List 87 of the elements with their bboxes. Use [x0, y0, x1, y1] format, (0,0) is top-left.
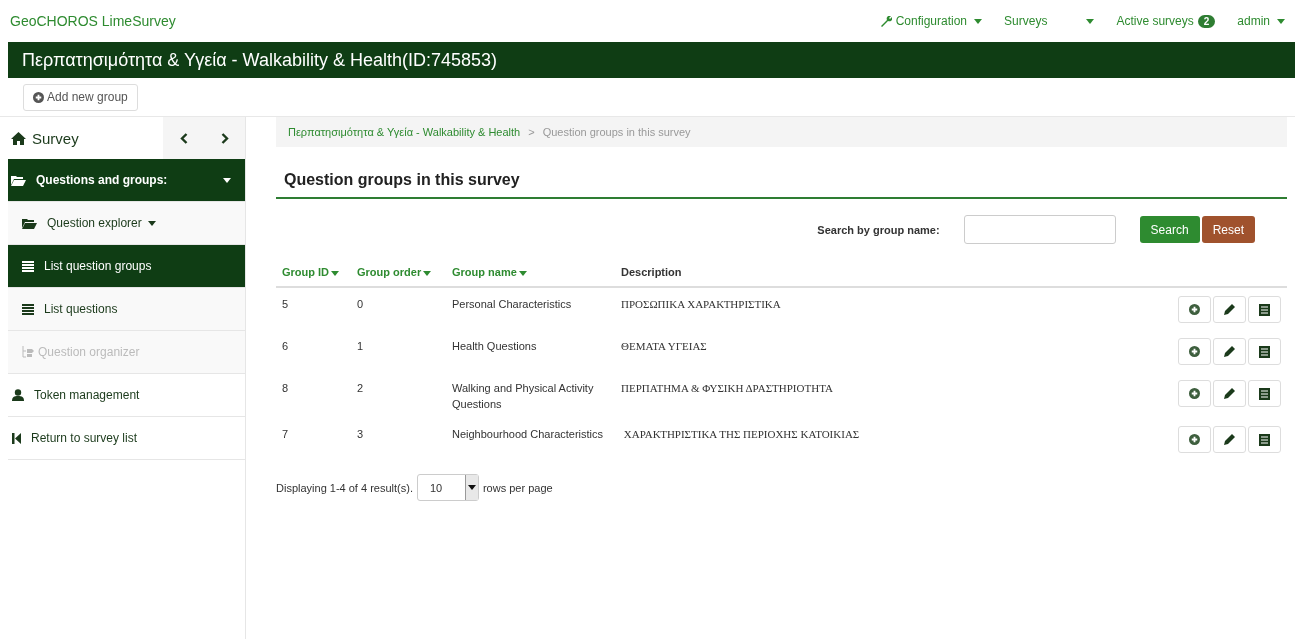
table-cell-text: ΠΕΡΠΑΤΗΜΑ & ΦΥΣΙΚΗ ΔΡΑΣΤΗΡΙΟΤΗΤΑ — [620, 381, 834, 396]
table-cell: 5 — [276, 287, 351, 330]
chevron-right-icon[interactable] — [220, 132, 229, 144]
details-button[interactable] — [1248, 338, 1281, 365]
page-size-select[interactable]: 10 — [416, 474, 479, 501]
page-size-label: rows per page — [482, 481, 553, 494]
plus-circle-icon — [1189, 304, 1200, 315]
add-question-button[interactable] — [1178, 296, 1211, 323]
list-icon — [1259, 303, 1270, 316]
table-cell-text: Neighbourhood Characteristics — [451, 427, 605, 442]
table-cell: 0 — [351, 287, 446, 330]
edit-button[interactable] — [1213, 380, 1246, 407]
sidebar-item[interactable]: List question groups — [8, 245, 245, 288]
count-badge: 2 — [1197, 14, 1216, 28]
edit-button[interactable] — [1213, 338, 1246, 365]
hierarchy-icon — [22, 346, 35, 358]
plus-circle-icon — [1189, 346, 1200, 357]
add-question-button[interactable] — [1178, 338, 1211, 365]
survey-title: Περπατησιμότητα & Υγεία - Walkability & Health(ID:745853) — [8, 42, 1295, 78]
nav-menu-item[interactable]: admin — [1237, 14, 1285, 28]
folder-icon — [11, 174, 26, 186]
table-cell-text: ΘΕΜΑΤΑ ΥΓΕΙΑΣ — [620, 339, 708, 354]
add-question-button[interactable] — [1178, 426, 1211, 453]
list-icon — [1259, 345, 1270, 358]
search-button[interactable]: Search — [1139, 216, 1200, 243]
sidebar-item[interactable]: Questions and groups: — [8, 159, 245, 202]
wrench-icon — [880, 15, 892, 27]
table-cell-text: 7 — [281, 427, 290, 442]
table-cell-text: 6 — [281, 339, 290, 354]
list-icon — [1259, 433, 1270, 446]
sidebar-item[interactable]: List questions — [8, 288, 245, 331]
caret-icon — [1086, 18, 1095, 24]
column-header: Description — [615, 258, 1163, 287]
table-cell-text: 2 — [356, 381, 365, 396]
reset-button[interactable]: Reset — [1201, 216, 1255, 243]
pencil-icon — [1224, 388, 1235, 399]
table-cell-text: Walking and Physical Activity Questions — [451, 381, 595, 412]
list-icon — [22, 303, 34, 315]
plus-circle-icon — [33, 91, 44, 103]
folder-icon — [22, 217, 37, 229]
search-label: Search by group name: — [817, 223, 940, 236]
chevron-left-icon[interactable] — [179, 132, 188, 144]
search-field[interactable] — [963, 215, 1116, 244]
column-header[interactable]: Group order — [351, 258, 446, 287]
add-group-button[interactable]: Add new group — [23, 83, 138, 111]
caret-icon — [518, 270, 527, 276]
sidebar-title: Survey — [8, 117, 163, 159]
caret-icon — [331, 270, 340, 276]
list-icon — [1259, 387, 1270, 400]
caret-icon — [974, 18, 983, 24]
table-cell-text: Health Questions — [451, 339, 538, 354]
breadcrumb-separator: > — [528, 126, 535, 138]
table-cell: Personal Characteristics — [446, 287, 615, 330]
table-cell-text: 3 — [356, 427, 365, 442]
edit-button[interactable] — [1213, 426, 1246, 453]
plus-circle-icon — [1189, 434, 1200, 445]
caret-icon — [467, 485, 476, 490]
table-cell-text: ΧΑΡΑΚΤΗΡΙΣΤΙΚΑ ΤΗΣ ΠΕΡΙΟΧΗΣ ΚΑΤΟΙΚΙΑΣ — [622, 427, 861, 442]
breadcrumb-current: Question groups in this survey — [542, 126, 691, 138]
nav-menu-item[interactable]: Active surveys 2 — [1116, 14, 1216, 28]
add-question-button[interactable] — [1178, 380, 1211, 407]
pencil-icon — [1224, 346, 1235, 357]
column-header[interactable]: Group ID — [276, 258, 351, 287]
nav-menu-item[interactable]: Surveys — [1004, 14, 1048, 28]
brand-link[interactable]: GeoCHOROS LimeSurvey — [10, 13, 176, 29]
column-header[interactable]: Group name — [446, 258, 615, 287]
table-cell: ΠΡΟΣΩΠΙΚΑ ΧΑΡΑΚΤΗΡΙΣΤΙΚΑ — [615, 287, 1163, 330]
pencil-icon — [1224, 434, 1235, 445]
details-button[interactable] — [1248, 380, 1281, 407]
breadcrumb-link[interactable]: Περπατησιμότητα & Υγεία - Walkability & Health — [288, 126, 521, 138]
list-icon — [22, 260, 34, 272]
plus-circle-icon — [1189, 388, 1200, 399]
edit-button[interactable] — [1213, 296, 1246, 323]
pencil-icon — [1224, 304, 1235, 315]
skip-back-icon — [12, 432, 21, 444]
home-icon — [11, 131, 26, 145]
details-button[interactable] — [1248, 426, 1281, 453]
details-button[interactable] — [1248, 296, 1281, 323]
results-summary: Displaying 1-4 of 4 result(s). — [276, 481, 413, 494]
user-icon — [12, 389, 24, 401]
caret-icon — [1277, 18, 1285, 24]
table-cell-text: 8 — [281, 381, 290, 396]
table-cell-text: 1 — [356, 339, 365, 354]
page-heading: Question groups in this survey — [276, 147, 1287, 199]
sidebar-item[interactable]: Question explorer — [8, 202, 245, 245]
nav-menu-item[interactable]: Configuration — [880, 14, 983, 28]
caret-icon — [423, 270, 432, 276]
